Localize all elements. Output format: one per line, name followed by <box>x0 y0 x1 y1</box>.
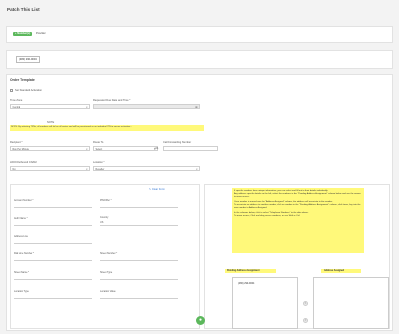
address-card: ✎ Clear Form Account Number * PIN/Offer … <box>10 184 200 329</box>
help-fab-button[interactable]: ● <box>196 316 205 325</box>
add-numbers-badge[interactable]: + Number(s) <box>13 31 33 36</box>
street-number-input[interactable] <box>100 260 178 261</box>
location-type-label: Location Type <box>14 290 29 293</box>
time-zone-label: Time Zone <box>10 99 23 102</box>
location-value-label: Location Value <box>100 290 116 293</box>
recipient-label: Recipient * <box>10 141 23 144</box>
street-number-label: Street Number * <box>100 252 118 255</box>
country-select[interactable] <box>100 225 178 226</box>
street-type-label: Street Type <box>100 271 113 274</box>
warning-header: NOTE <box>47 121 55 124</box>
chevron-down-icon: ▾ <box>86 167 88 171</box>
numbers-card: (480) 290-9004 <box>6 50 393 69</box>
info-box: If specific numbers have unique informat… <box>232 188 364 253</box>
location-label: Location * <box>93 161 105 164</box>
chevron-down-icon: ▾ <box>86 105 88 109</box>
call-forward-input[interactable] <box>163 146 218 151</box>
order-template-card: Order Template Set Standard Activation T… <box>6 74 393 331</box>
clear-form-link[interactable]: ✎ Clear Form <box>149 188 165 191</box>
location-type-input[interactable] <box>14 298 92 299</box>
toolbar-card: + Number(s) Provider <box>6 26 393 43</box>
standard-activation-checkbox[interactable] <box>10 89 13 92</box>
street-name-input[interactable] <box>14 279 92 280</box>
country-value[interactable]: US <box>100 221 103 224</box>
order-template-heading: Order Template <box>10 78 35 82</box>
page-title: Patch This List <box>7 7 40 12</box>
call-forward-prefix: +01 <box>154 147 159 150</box>
call-forward-label: Call Forwarding Number <box>163 141 192 144</box>
country-label: Country <box>100 216 109 219</box>
dial-line-label: Dial Line Number * <box>14 252 35 255</box>
time-zone-select[interactable]: Central ▾ <box>10 104 90 109</box>
account-number-input[interactable] <box>14 207 92 208</box>
number-chip[interactable]: (480) 290-9004 <box>16 56 40 63</box>
lido-label: LIDO/Outbound CNAM <box>10 161 37 164</box>
dial-line-input[interactable] <box>14 260 92 261</box>
lido-select[interactable]: No ▾ <box>10 166 90 171</box>
warning-text: NOTE: By selecting TFNs, all numbers wil… <box>11 126 133 129</box>
warning-banner: NOTE: By selecting TFNs, all numbers wil… <box>10 125 204 131</box>
pin-offer-input[interactable] <box>100 207 178 208</box>
standard-activation-label: Set Standard Activation <box>15 89 42 92</box>
requested-due-label: Requested Due Date and Time * <box>93 99 131 102</box>
chevron-down-icon: ▾ <box>196 167 198 171</box>
auth-name-label: Auth Name * <box>14 217 28 220</box>
provider-label: Provider <box>36 32 46 35</box>
recipient-select[interactable]: Ray Per Minute ▾ <box>10 146 90 151</box>
address-line-input[interactable] <box>14 243 92 244</box>
assigned-list[interactable] <box>313 277 389 329</box>
calendar-icon[interactable]: ▦ <box>195 106 197 108</box>
location-select[interactable]: Reseller ▾ <box>93 166 200 171</box>
pending-header-badge: Pending Address Assignment <box>225 269 276 273</box>
address-line-label: Address Line <box>14 235 28 238</box>
move-left-button[interactable]: < <box>303 318 308 323</box>
auth-name-input[interactable] <box>14 225 92 226</box>
pending-list[interactable]: (480) 290-9004 <box>232 277 298 329</box>
account-number-label: Account Number * <box>14 199 34 202</box>
location-value-input[interactable] <box>100 298 178 299</box>
requested-due-input[interactable]: ▦ <box>93 104 200 109</box>
chevron-down-icon: ▾ <box>86 147 88 151</box>
pin-offer-label: PIN/Offer * <box>100 199 112 202</box>
page: Patch This List + Number(s) Provider (48… <box>0 0 399 334</box>
assigned-header-badge: Address Assigned <box>321 269 361 273</box>
info-line: To move across, Click and drag across nu… <box>234 215 301 218</box>
assigned-header-text: Address Assigned <box>324 269 345 272</box>
pending-number-item[interactable]: (480) 290-9004 <box>236 281 257 286</box>
help-icon: ● <box>198 317 203 323</box>
route-to-select[interactable]: Select ▾ <box>93 146 158 151</box>
pending-header-text: Pending Address Assignment <box>227 269 260 272</box>
street-name-label: Street Name * <box>14 271 30 274</box>
street-type-input[interactable] <box>100 279 178 280</box>
move-right-button[interactable]: > <box>303 301 308 306</box>
route-to-label: Route To <box>93 141 104 144</box>
